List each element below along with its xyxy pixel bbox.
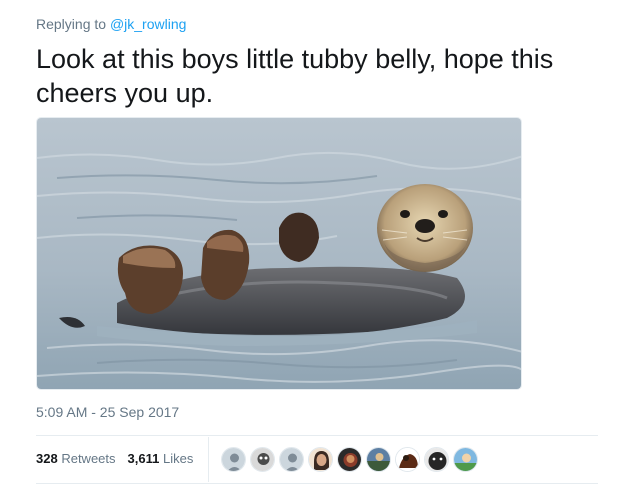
user-avatar-icon	[367, 448, 390, 471]
liker-avatar[interactable]	[424, 447, 449, 472]
tweet-timestamp[interactable]: 5:09 AM - 25 Sep 2017	[36, 404, 179, 420]
liker-avatar[interactable]	[395, 447, 420, 472]
tweet-text: Look at this boys little tubby belly, ho…	[36, 44, 554, 108]
divider-bottom	[36, 483, 598, 484]
liker-avatar[interactable]	[279, 447, 304, 472]
liker-avatar[interactable]	[453, 447, 478, 472]
sea-otter-photo	[37, 118, 521, 389]
retweets-label: Retweets	[61, 451, 116, 466]
liker-avatar[interactable]	[250, 447, 275, 472]
likers-avatars	[221, 447, 478, 472]
user-avatar-icon	[425, 448, 448, 471]
retweets-stat[interactable]: 328 Retweets	[36, 451, 116, 466]
liker-avatar[interactable]	[337, 447, 362, 472]
likes-count: 3,611	[127, 451, 160, 466]
reply-context: Replying to @jk_rowling	[36, 16, 186, 32]
user-avatar-icon	[338, 448, 361, 471]
engagement-stats: 328 Retweets 3,611 Likes	[36, 451, 193, 466]
likes-label: Likes	[162, 451, 194, 466]
reply-handle-link[interactable]: @jk_rowling	[110, 16, 186, 32]
likes-stat[interactable]: 3,611 Likes	[128, 451, 194, 466]
default-avatar-icon	[222, 448, 245, 471]
user-avatar-icon	[396, 448, 419, 471]
reply-prefix: Replying to	[36, 16, 107, 32]
user-avatar-icon	[251, 448, 274, 471]
liker-avatar[interactable]	[221, 447, 246, 472]
retweets-count: 328	[36, 451, 58, 466]
default-avatar-icon	[280, 448, 303, 471]
liker-avatar[interactable]	[308, 447, 333, 472]
liker-avatar[interactable]	[366, 447, 391, 472]
divider-top	[36, 435, 598, 436]
user-avatar-icon	[309, 448, 332, 471]
stats-separator	[208, 437, 209, 482]
user-avatar-icon	[454, 448, 477, 471]
tweet-photo[interactable]	[36, 117, 522, 390]
